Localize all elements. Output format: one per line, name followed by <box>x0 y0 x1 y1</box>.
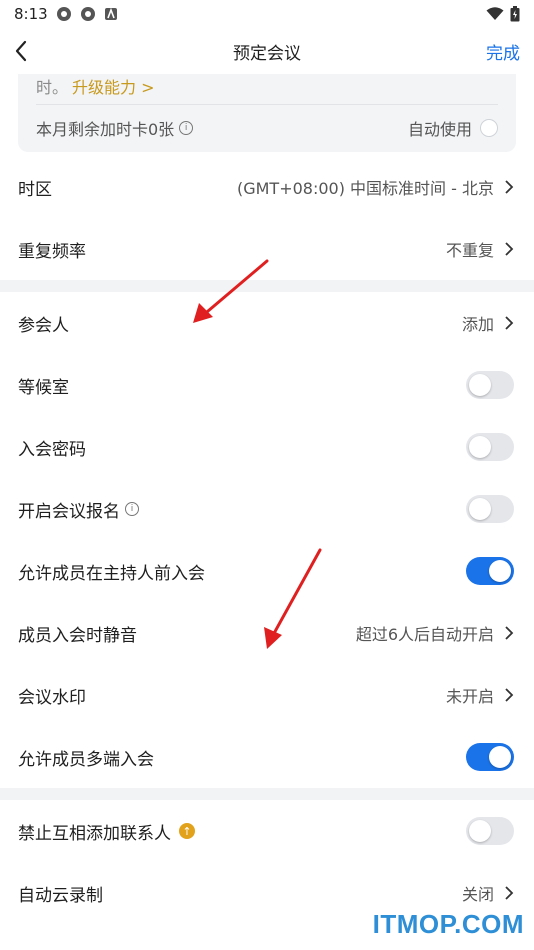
cloud-record-label: 自动云录制 <box>18 885 103 906</box>
password-toggle[interactable] <box>466 433 514 461</box>
chevron-right-icon <box>505 886 514 900</box>
chevron-right-icon <box>505 688 514 702</box>
cloud-record-value-text: 关闭 <box>461 885 494 904</box>
auto-use-radio[interactable] <box>480 119 498 137</box>
text-notification-icon <box>104 7 117 20</box>
upgrade-link[interactable]: 升级能力 > <box>72 74 155 98</box>
mute-on-join-value: 超过6人后自动开启 <box>356 621 514 645</box>
forbid-contacts-toggle[interactable] <box>466 817 514 845</box>
auto-use-label: 自动使用 <box>407 120 472 139</box>
join-before-host-toggle[interactable] <box>466 557 514 585</box>
timezone-row[interactable]: 时区 (GMT+08:00) 中国标准时间 - 北京 <box>0 156 534 218</box>
repeat-row[interactable]: 重复频率 不重复 <box>0 218 534 280</box>
mute-on-join-row[interactable]: 成员入会时静音 超过6人后自动开启 <box>0 602 534 664</box>
registration-label: 开启会议报名 i <box>18 497 139 522</box>
password-row: 入会密码 <box>0 416 534 478</box>
meeting-watermark-value-text: 未开启 <box>445 687 494 706</box>
battery-icon <box>510 6 520 22</box>
app-notification-icon <box>80 7 95 21</box>
join-before-host-label: 允许成员在主持人前入会 <box>18 563 205 584</box>
chevron-right-icon <box>505 316 514 330</box>
password-label: 入会密码 <box>18 439 86 460</box>
repeat-value: 不重复 <box>446 237 514 261</box>
meeting-watermark-label: 会议水印 <box>18 687 86 708</box>
participants-add-text: 添加 <box>461 315 494 334</box>
card-note-text: 时。 <box>36 78 69 97</box>
repeat-label: 重复频率 <box>18 241 86 262</box>
section-separator <box>0 280 534 292</box>
app-notification-icon <box>56 7 71 21</box>
forbid-contacts-row: 禁止互相添加联系人 ↑ <box>0 800 534 862</box>
chevron-right-icon <box>505 242 514 256</box>
repeat-value-text: 不重复 <box>445 241 494 260</box>
multi-device-toggle[interactable] <box>466 743 514 771</box>
registration-toggle[interactable] <box>466 495 514 523</box>
mute-on-join-value-text: 超过6人后自动开启 <box>355 625 494 644</box>
status-time: 8:13 <box>14 5 48 23</box>
multi-device-label: 允许成员多端入会 <box>18 749 154 770</box>
registration-label-text: 开启会议报名 <box>18 501 120 522</box>
participants-value: 添加 <box>462 311 514 335</box>
participants-row[interactable]: 参会人 添加 <box>0 292 534 354</box>
chevron-right-icon <box>505 626 514 640</box>
wifi-icon <box>486 7 504 20</box>
meeting-watermark-value: 未开启 <box>446 683 514 707</box>
cloud-record-value: 关闭 <box>462 881 514 905</box>
participants-label: 参会人 <box>18 315 69 336</box>
upgrade-badge-icon: ↑ <box>179 823 195 839</box>
join-before-host-row: 允许成员在主持人前入会 <box>0 540 534 602</box>
meeting-watermark-row[interactable]: 会议水印 未开启 <box>0 664 534 726</box>
status-bar: 8:13 <box>0 0 534 28</box>
section-separator <box>0 788 534 800</box>
registration-row: 开启会议报名 i <box>0 478 534 540</box>
waiting-room-label: 等候室 <box>18 377 69 398</box>
site-watermark: ITMOP.COM <box>372 909 524 939</box>
back-arrow-icon <box>15 40 27 62</box>
info-icon[interactable]: i <box>125 502 139 516</box>
back-button[interactable] <box>14 37 42 65</box>
timezone-value-text: (GMT+08:00) 中国标准时间 - 北京 <box>236 179 494 198</box>
nav-bar: 预定会议 完成 <box>0 28 534 74</box>
multi-device-row: 允许成员多端入会 <box>0 726 534 788</box>
done-button[interactable]: 完成 <box>486 39 520 64</box>
waiting-room-row: 等候室 <box>0 354 534 416</box>
chevron-right-icon <box>505 180 514 194</box>
remaining-card-label: 本月剩余加时卡0张 <box>36 120 175 139</box>
remaining-card-row: 本月剩余加时卡0张 i 自动使用 <box>18 105 516 151</box>
overtime-card: 时。 升级能力 > 本月剩余加时卡0张 i 自动使用 <box>18 74 516 152</box>
timezone-label: 时区 <box>18 179 52 200</box>
forbid-contacts-label-text: 禁止互相添加联系人 <box>18 823 171 844</box>
card-note: 时。 升级能力 > <box>18 74 516 104</box>
timezone-value: (GMT+08:00) 中国标准时间 - 北京 <box>237 175 514 199</box>
page-title: 预定会议 <box>233 43 301 64</box>
info-icon[interactable]: i <box>179 121 194 135</box>
waiting-room-toggle[interactable] <box>466 371 514 399</box>
forbid-contacts-label: 禁止互相添加联系人 ↑ <box>18 819 195 844</box>
mute-on-join-label: 成员入会时静音 <box>18 625 137 646</box>
